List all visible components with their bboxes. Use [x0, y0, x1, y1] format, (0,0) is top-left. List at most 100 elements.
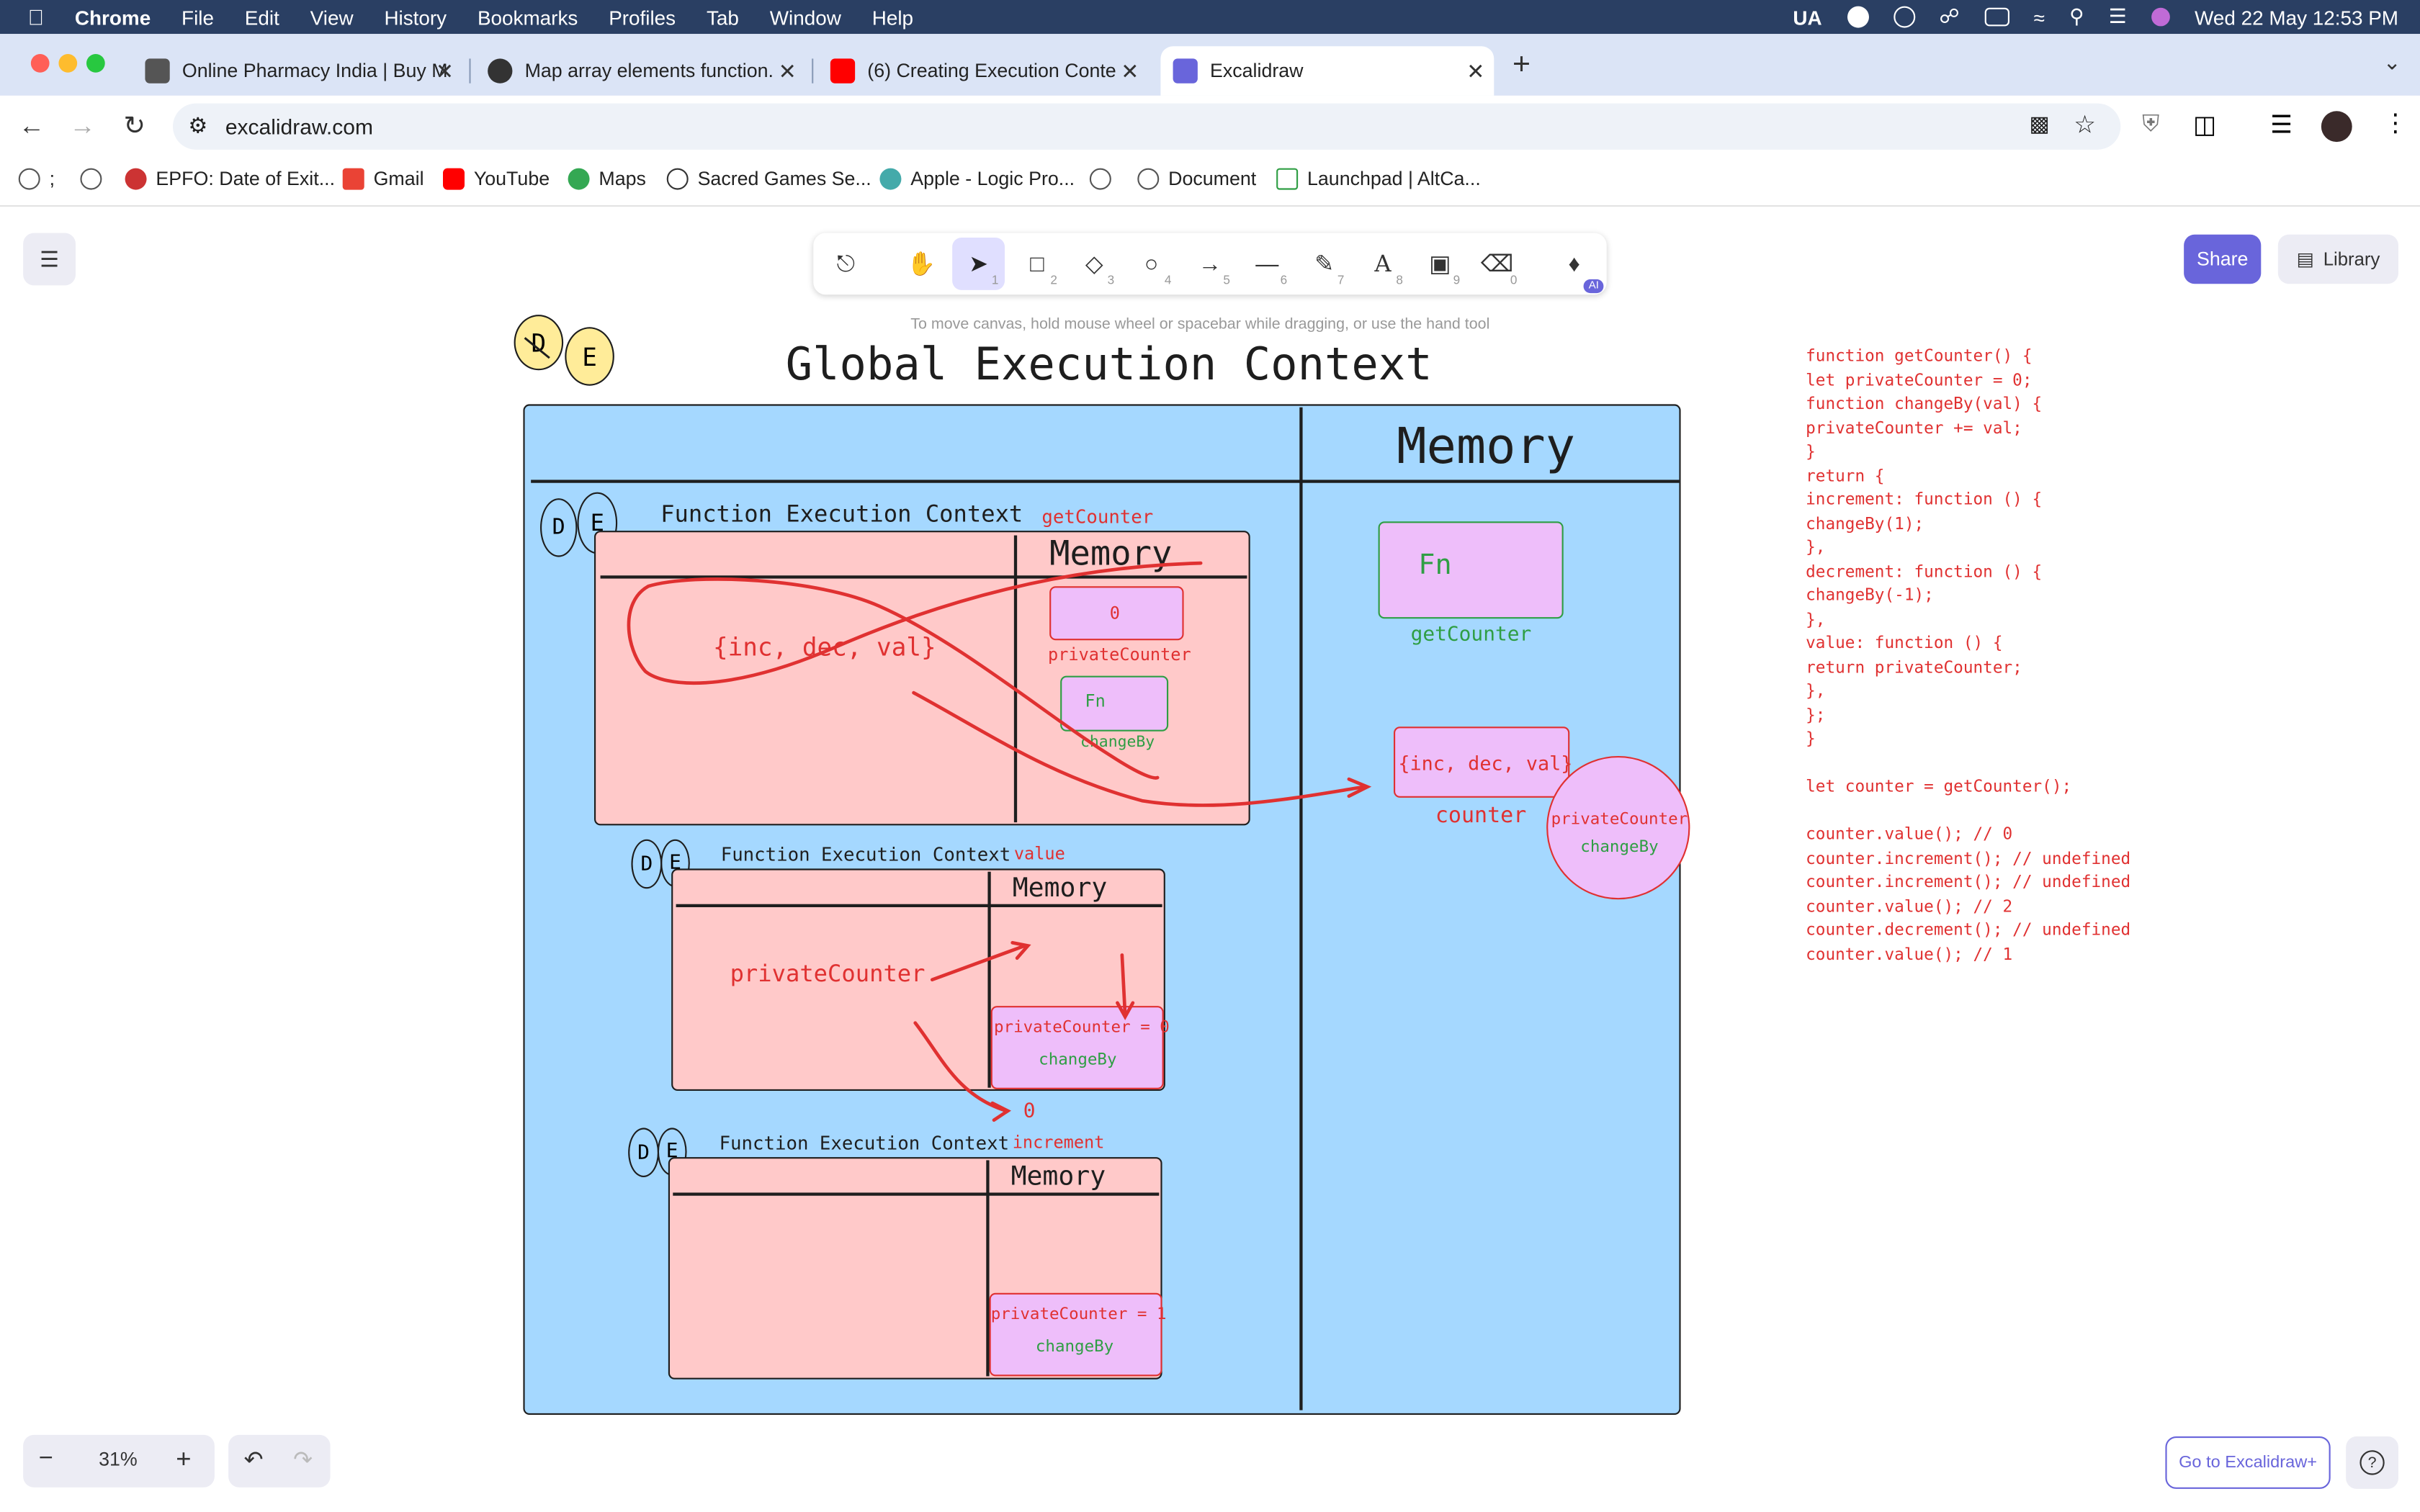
bookmark-maps[interactable]: Maps: [568, 168, 646, 190]
window-minimize-button[interactable]: [58, 54, 78, 73]
tab-close-icon[interactable]: ✕: [1121, 58, 1139, 84]
window-zoom-button[interactable]: [86, 54, 105, 73]
fec2-arrow-up: [930, 944, 1027, 982]
code-line: counter.decrement(); // undefined: [1806, 921, 2131, 940]
profile-avatar[interactable]: [2321, 111, 2352, 143]
menu-profiles[interactable]: Profiles: [609, 6, 676, 29]
input-source-indicator[interactable]: UA: [1793, 6, 1821, 29]
bookmark-semicolon[interactable]: ;: [18, 168, 55, 190]
redo-icon[interactable]: ↷: [293, 1446, 313, 1473]
shield-extension-icon[interactable]: ⛨: [2142, 111, 2159, 137]
code-line: }: [1806, 443, 1816, 462]
code-line: };: [1806, 706, 1826, 725]
excalidraw-favicon-icon: [1173, 58, 1198, 84]
tab-close-icon[interactable]: ✕: [1466, 58, 1484, 84]
code-line: counter.value(); // 1: [1806, 945, 2013, 964]
tab-title: Online Pharmacy India | Buy M: [182, 60, 448, 82]
menu-help[interactable]: Help: [872, 6, 913, 29]
code-line: function getCounter() {: [1806, 347, 2033, 366]
tab-title: Map array elements function.: [524, 60, 774, 82]
bookmark-sacred-games[interactable]: Sacred Games Se...: [666, 168, 871, 190]
bookmark-epfo[interactable]: EPFO: Date of Exit...: [125, 168, 335, 190]
bookmark-star-icon[interactable]: ☆: [2074, 109, 2096, 140]
bookmark-launchpad[interactable]: Launchpad | AltCa...: [1276, 168, 1481, 190]
apple-icon[interactable]: : [28, 4, 45, 29]
bookmarks-bar: ; EPFO: Date of Exit... Gmail YouTube Ma…: [0, 157, 2420, 207]
zoom-in-button[interactable]: +: [176, 1444, 191, 1475]
forward-arrow-icon[interactable]: →: [69, 111, 95, 142]
grammarly-icon[interactable]: [1846, 6, 1868, 28]
media-queue-icon[interactable]: ☰: [2270, 109, 2293, 140]
code-line: let privateCounter = 0;: [1806, 371, 2033, 390]
menubar-clock[interactable]: Wed 22 May 12:53 PM: [2195, 6, 2398, 29]
excalidraw-canvas[interactable]: ☰ ⎋ ✋ ➤ 1 □ 2 ◇ 3 ○ 4 → 5 —6 ✎ 7 A8 ▣ 9 ⌫ 0 ♦ AI …: [0, 208, 2420, 1512]
menu-history[interactable]: History: [384, 6, 447, 29]
wifi-icon[interactable]: ≈: [2034, 6, 2045, 29]
tab-pharmacy[interactable]: Online Pharmacy India | Buy M ✕: [133, 46, 463, 96]
fec2-arrow-result: [913, 1021, 1008, 1113]
tab-close-icon[interactable]: ✕: [779, 58, 797, 84]
code-line: counter.value(); // 2: [1806, 897, 2013, 916]
code-line: },: [1806, 610, 1826, 629]
code-line: }: [1806, 729, 1816, 749]
spotlight-search-icon[interactable]: ⚲: [2069, 4, 2084, 29]
zoom-out-button[interactable]: −: [39, 1446, 53, 1474]
undo-icon[interactable]: ↶: [244, 1446, 264, 1473]
bookmark-globe[interactable]: [80, 168, 111, 190]
tab-separator: [812, 58, 814, 84]
youtube-icon: [443, 168, 465, 190]
menu-window[interactable]: Window: [770, 6, 841, 29]
code-line: function changeBy(val) {: [1806, 395, 2043, 414]
tab-map-array[interactable]: Map array elements function. ✕: [475, 46, 806, 96]
code-line: changeBy(-1);: [1806, 586, 1934, 605]
tab-close-icon[interactable]: ✕: [436, 58, 454, 84]
bookmark-youtube[interactable]: YouTube: [443, 168, 550, 190]
tab-separator: [469, 58, 471, 84]
menu-tab[interactable]: Tab: [707, 6, 739, 29]
bookmark-globe-2[interactable]: [1089, 168, 1121, 190]
control-center-icon[interactable]: ☰: [2109, 4, 2127, 29]
menu-file[interactable]: File: [182, 6, 214, 29]
code-line: decrement: function () {: [1806, 562, 2043, 581]
bookmark-document[interactable]: Document: [1137, 168, 1256, 190]
menu-view[interactable]: View: [310, 6, 354, 29]
extensions-puzzle-icon[interactable]: ◫: [2193, 109, 2216, 140]
accessibility-icon[interactable]: ☍: [1940, 4, 1960, 29]
fec2-arrow-result-head: [990, 1101, 1011, 1122]
arrow-to-counter: [912, 690, 1366, 807]
tab-search-chevron-icon[interactable]: ⌄: [2383, 50, 2401, 76]
address-bar[interactable]: ⚙ excalidraw.com ▩ ☆: [173, 103, 2121, 150]
bookmark-gmail[interactable]: Gmail: [342, 168, 424, 190]
siri-icon[interactable]: [2151, 7, 2170, 27]
reload-icon[interactable]: ↻: [123, 111, 145, 142]
code-block[interactable]: function getCounter() { let privateCounte…: [1806, 346, 2130, 968]
zoom-level[interactable]: 31%: [99, 1449, 138, 1470]
chatgpt-favicon-icon: [488, 58, 513, 84]
code-line: value: function () {: [1806, 634, 2003, 653]
battery-icon[interactable]: [1984, 7, 2009, 27]
new-tab-button[interactable]: +: [1512, 48, 1531, 83]
tab-youtube-execution[interactable]: (6) Creating Execution Conte ✕: [818, 46, 1149, 96]
install-app-icon[interactable]: ▩: [2029, 111, 2049, 137]
browser-toolbar: ← → ↻ ⚙ excalidraw.com ▩ ☆ ⛨ ◫ ☰ ⋮: [0, 95, 2420, 158]
yellow-d-strike: [524, 337, 550, 359]
menu-app-name[interactable]: Chrome: [75, 6, 151, 29]
chrome-menu-icon[interactable]: ⋮: [2383, 108, 2408, 139]
window-close-button[interactable]: [30, 54, 50, 73]
tab-favicon-icon: [145, 58, 170, 84]
bookmark-apple-logic[interactable]: Apple - Logic Pro...: [879, 168, 1075, 190]
excalidraw-plus-link[interactable]: Go to Excalidraw+: [2165, 1436, 2331, 1489]
tab-excalidraw[interactable]: Excalidraw ✕: [1160, 46, 1494, 96]
menu-edit[interactable]: Edit: [245, 6, 279, 29]
epfo-icon: [125, 168, 147, 190]
help-button[interactable]: ?: [2346, 1436, 2398, 1489]
link-icon: [666, 168, 689, 190]
maps-pin-icon: [568, 168, 590, 190]
site-settings-icon[interactable]: ⚙: [188, 112, 207, 138]
back-arrow-icon[interactable]: ←: [19, 111, 45, 142]
fec2-arrow-down: [1120, 953, 1127, 1017]
undo-redo-controls: ↶ ↷: [228, 1434, 331, 1488]
media-play-icon[interactable]: [1893, 6, 1915, 28]
menu-bookmarks[interactable]: Bookmarks: [478, 6, 578, 29]
